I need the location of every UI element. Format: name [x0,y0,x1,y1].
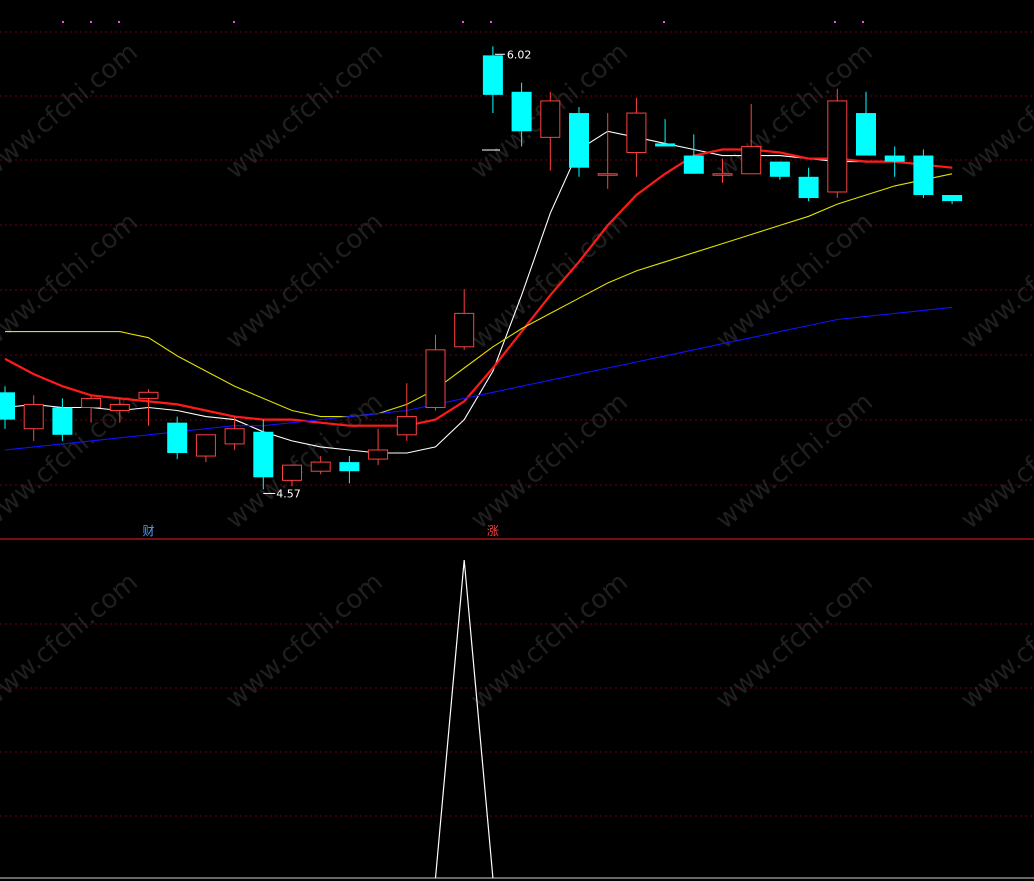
chart-stage: www.cfchi.com www.cfchi.com www.cfchi.com w… [0,0,1034,881]
candle-body [769,161,790,177]
candle [0,386,15,429]
candle-body [425,349,446,408]
top-dot-marker [862,21,864,23]
candle [827,88,848,199]
candle-body [310,461,331,472]
candle-body [454,312,475,348]
watermark-layer: www.cfchi.com www.cfchi.com www.cfchi.com w… [0,37,1034,715]
watermark-text: www.cfchi.com [710,37,879,185]
low-price-label: 4.57 [276,487,301,500]
candle-body [569,113,589,168]
high-price-label: 6.02 [507,48,532,61]
indicator-line [434,559,494,879]
candle-body [195,434,216,457]
candle-body [942,195,963,202]
candle-body [913,155,934,196]
top-dot-marker [462,21,464,23]
candle-body [741,145,762,175]
watermark-text: www.cfchi.com [465,387,634,535]
candle-body [655,143,676,147]
watermark-text: www.cfchi.com [955,567,1034,715]
signal-marker-label: 涨 [487,523,499,538]
candle-body [253,431,274,478]
watermark-text: www.cfchi.com [220,37,389,185]
watermark-text: www.cfchi.com [955,37,1034,185]
candle-body [81,397,102,408]
candle [368,428,389,466]
candle-body [396,416,417,436]
watermark-text: www.cfchi.com [955,387,1034,535]
candle-body [23,403,44,430]
top-dot-marker [118,21,120,23]
candle [339,456,360,484]
top-dot-marker [233,21,235,23]
candle-body [827,100,848,193]
candle [425,334,446,411]
watermark-text: www.cfchi.com [955,207,1034,355]
top-dot-marker [834,21,836,23]
top-dot-marker [490,21,492,23]
candle [569,106,589,177]
candle-body [540,100,561,138]
candle [942,195,963,205]
top-dot-marker [62,21,64,23]
watermark-text: www.cfchi.com [0,37,144,185]
candle-body [0,392,15,420]
candle-body [712,173,733,176]
watermark-text: www.cfchi.com [710,567,879,715]
candle [913,149,934,199]
stock-chart-svg: www.cfchi.com www.cfchi.com www.cfchi.com w… [0,21,1034,879]
candle-body [626,112,647,154]
candle [454,289,475,350]
candle [482,46,503,114]
candle [195,434,216,463]
candle [23,395,44,441]
top-dot-marker [90,21,92,23]
candle-body [224,428,245,445]
candle-body [339,462,360,472]
candle-body [167,422,188,454]
candle-body [884,155,905,162]
watermark-text: www.cfchi.com [465,567,634,715]
candle-body [368,449,389,460]
candle [224,416,245,450]
candle-body [511,91,532,132]
candle [798,167,819,202]
candle [597,113,618,189]
candle [396,383,417,441]
candle-body [282,464,302,481]
candle-body [683,155,704,174]
candle-body [798,176,819,199]
watermark-text: www.cfchi.com [220,207,389,355]
watermark-text: www.cfchi.com [220,387,389,535]
watermark-text: www.cfchi.com [0,567,144,715]
watermark-text: www.cfchi.com [220,567,389,715]
watermark-text: www.cfchi.com [465,207,634,355]
signal-marker-label: 财 [143,524,155,538]
candle-body [52,407,73,435]
candle [856,91,876,156]
watermark-text: www.cfchi.com [710,387,879,535]
candle [884,146,905,177]
candle-body [138,391,159,399]
candle [626,97,647,177]
candle [52,398,73,441]
candle-body [482,55,503,95]
candle-body [597,173,618,176]
top-dot-marker [663,21,665,23]
candle-body [856,113,876,156]
ma-line-3 [5,173,953,418]
watermark-text: www.cfchi.com [710,207,879,355]
candle [167,416,188,460]
candle [540,91,561,171]
candle [769,161,790,180]
watermark-text: www.cfchi.com [0,207,144,355]
candle-body [109,403,130,412]
